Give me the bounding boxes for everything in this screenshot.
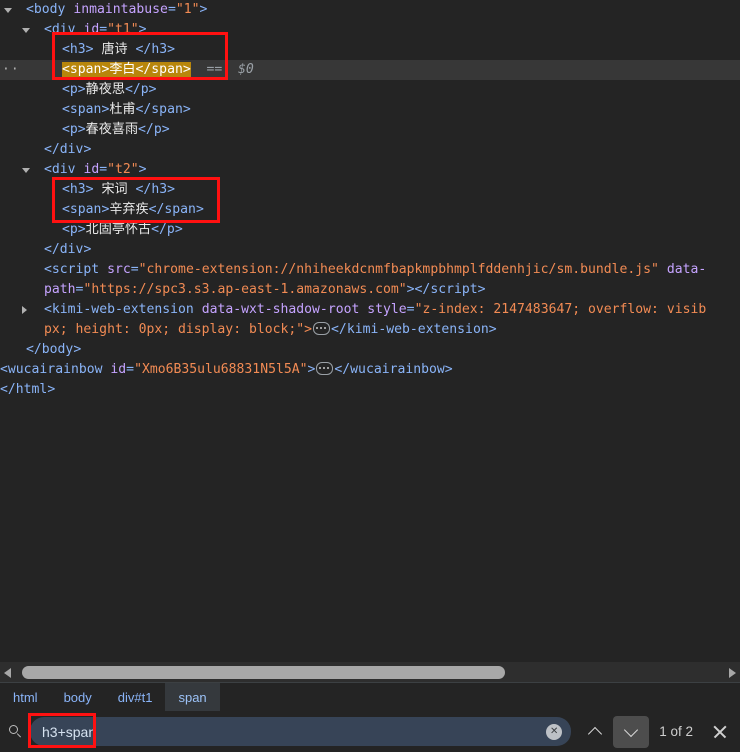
close-search-icon[interactable] [705, 717, 735, 747]
previous-match-button[interactable] [577, 716, 613, 748]
dom-node-line[interactable]: <p>北固亭怀古</p> [0, 220, 740, 240]
dom-node-line[interactable]: <div id="t2"> [0, 160, 740, 180]
next-match-button[interactable] [613, 715, 650, 748]
console-ref-label: == $0 [190, 62, 254, 77]
dom-node-line[interactable]: </div> [0, 140, 740, 160]
dom-node-line[interactable]: </body> [0, 340, 740, 360]
match-count-label: 1 of 2 [659, 724, 693, 739]
search-bar: ✕ 1 of 2 [0, 711, 740, 752]
dom-tree-pane[interactable]: <body inmaintabuse="1"> <div id="t1"> <h3>… [0, 0, 740, 662]
scrollbar-thumb[interactable] [22, 666, 505, 679]
disclosure-triangle-closed-icon[interactable] [22, 306, 27, 314]
dom-node-line[interactable]: <h3> 唐诗 </h3> [0, 40, 740, 60]
clear-search-icon[interactable]: ✕ [546, 723, 563, 740]
dom-node-selected[interactable]: ·· <span>李白</span> == $0 [0, 60, 740, 80]
dom-node-line[interactable]: path="https://spc3.s3.ap-east-1.amazonaw… [0, 280, 740, 300]
dom-node-line[interactable]: <span>杜甫</span> [0, 100, 740, 120]
dom-node-line[interactable]: px; height: 0px; display: block;"> </kimi… [0, 320, 740, 340]
breadcrumb-item-body[interactable]: body [51, 683, 105, 711]
dom-node-line[interactable]: </html> [0, 380, 740, 400]
dom-node-line[interactable]: <body inmaintabuse="1"> [0, 0, 740, 20]
dom-node-line[interactable]: <kimi-web-extension data-wxt-shadow-root… [0, 300, 740, 320]
chevron-up-icon [588, 726, 603, 741]
horizontal-scrollbar[interactable] [0, 662, 740, 683]
search-field-wrapper[interactable]: ✕ [30, 716, 572, 747]
breadcrumb-item-div-t1[interactable]: div#t1 [105, 683, 166, 711]
dom-node-line[interactable]: <p>春夜喜雨</p> [0, 120, 740, 140]
ellipsis-pill-icon[interactable] [316, 362, 334, 375]
search-input[interactable] [30, 716, 547, 747]
chevron-down-icon [624, 722, 639, 737]
dom-node-line[interactable]: <wucairainbow id="Xmo6B35ulu68831N5l5A">… [0, 360, 740, 380]
dom-node-line[interactable]: <script src="chrome-extension://nhiheekd… [0, 260, 740, 280]
selected-node-highlight[interactable]: <span>李白</span> [62, 62, 191, 77]
disclosure-triangle-open-icon[interactable] [22, 168, 30, 173]
dom-node-line[interactable]: <h3> 宋词 </h3> [0, 180, 740, 200]
dom-node-line[interactable]: <span>辛弃疾</span> [0, 200, 740, 220]
breadcrumb: html body div#t1 span [0, 682, 740, 712]
search-icon [0, 725, 30, 738]
disclosure-triangle-open-icon[interactable] [22, 28, 30, 33]
dom-node-line[interactable]: <div id="t1"> [0, 20, 740, 40]
dom-node-line[interactable]: </div> [0, 240, 740, 260]
breadcrumb-item-html[interactable]: html [0, 683, 51, 711]
scroll-left-arrow-icon[interactable] [4, 668, 11, 678]
disclosure-triangle-open-icon[interactable] [4, 8, 12, 13]
breadcrumb-item-span[interactable]: span [165, 683, 220, 711]
dom-node-line[interactable]: <p>静夜思</p> [0, 80, 740, 100]
ellipsis-pill-icon[interactable] [313, 322, 331, 335]
node-gutter-ellipsis-icon: ·· [2, 62, 20, 77]
scroll-right-arrow-icon[interactable] [729, 668, 736, 678]
